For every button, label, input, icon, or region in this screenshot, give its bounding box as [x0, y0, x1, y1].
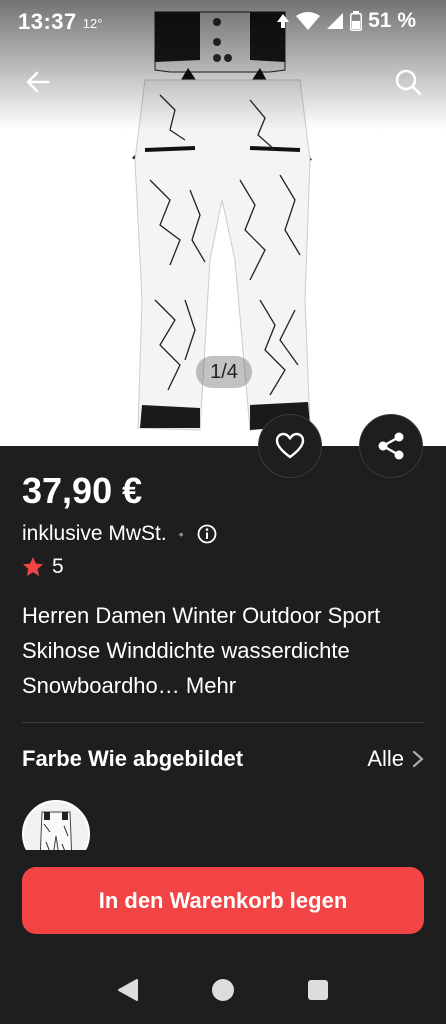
- add-to-cart-button[interactable]: In den Warenkorb legen: [22, 867, 424, 934]
- circle-home-icon: [211, 979, 234, 1001]
- battery-percent: 51 %: [368, 9, 416, 32]
- more-link[interactable]: Mehr: [186, 673, 236, 698]
- product-title[interactable]: Herren Damen Winter Outdoor Sport Skihos…: [22, 598, 426, 703]
- all-colors-label: Alle: [367, 746, 404, 771]
- nav-back-button[interactable]: [113, 975, 143, 1005]
- cell-signal-icon: [327, 13, 344, 29]
- battery-icon: [350, 11, 363, 31]
- divider: [22, 722, 424, 723]
- color-selector-row[interactable]: Farbe Wie abgebildet Alle: [22, 746, 424, 772]
- nav-recents-button[interactable]: [303, 975, 333, 1005]
- status-bar: 13:37 12° 51 %: [0, 0, 446, 44]
- product-price: 37,90 €: [22, 470, 143, 511]
- vat-row: inklusive MwSt. •: [22, 522, 218, 546]
- search-icon: [395, 69, 422, 96]
- chevron-right-icon: [412, 750, 424, 768]
- status-temperature: 12°: [82, 15, 103, 31]
- square-recents-icon: [308, 980, 329, 1000]
- product-rating[interactable]: 5: [22, 555, 64, 579]
- back-button[interactable]: [18, 62, 58, 102]
- share-button[interactable]: [359, 414, 423, 478]
- signal-arrow-icon: [277, 14, 290, 28]
- status-indicators: 51 %: [276, 9, 416, 33]
- heart-icon: [275, 432, 305, 459]
- rating-value: 5: [52, 555, 64, 578]
- info-icon[interactable]: [196, 523, 218, 545]
- nav-home-button[interactable]: [208, 975, 238, 1005]
- arrow-left-icon: [26, 71, 50, 93]
- search-button[interactable]: [388, 62, 428, 102]
- share-icon: [378, 432, 404, 460]
- all-colors-link[interactable]: Alle: [367, 746, 424, 772]
- triangle-back-icon: [117, 979, 138, 1001]
- image-pager-indicator: 1/4: [196, 356, 252, 388]
- system-navigation-bar: [0, 956, 446, 1024]
- wishlist-button[interactable]: [258, 414, 322, 478]
- color-label: Farbe Wie abgebildet: [22, 746, 244, 771]
- separator-dot: •: [178, 526, 184, 542]
- status-time: 13:37: [18, 9, 77, 34]
- wifi-icon: [296, 12, 321, 30]
- star-icon: [23, 557, 43, 576]
- vat-note: inklusive MwSt.: [22, 522, 167, 545]
